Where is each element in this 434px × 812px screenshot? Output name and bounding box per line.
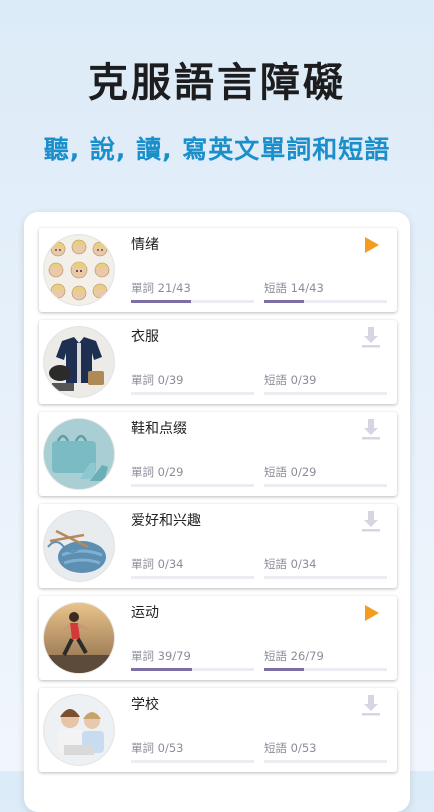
words-count: 單詞 0/53: [131, 741, 184, 755]
phrases-count: 短語 0/29: [264, 465, 317, 479]
play-icon[interactable]: [359, 601, 383, 625]
words-progress-bar: [131, 484, 254, 487]
topic-card-shoes-accessories[interactable]: 鞋和点缀 單詞 0/29 短語 0/29: [39, 412, 397, 496]
topic-title: 运动: [131, 605, 159, 621]
clothes-icon: [44, 327, 114, 397]
words-count: 單詞 39/79: [131, 649, 191, 663]
topic-title: 衣服: [131, 329, 159, 345]
phrases-count: 短語 26/79: [264, 649, 324, 663]
faces-collage-icon: [44, 235, 114, 305]
download-icon[interactable]: [359, 509, 383, 533]
topic-title: 鞋和点缀: [131, 421, 187, 437]
phrases-count: 短語 0/39: [264, 373, 317, 387]
words-count: 單詞 0/29: [131, 465, 184, 479]
phrases-progress-bar: [264, 300, 387, 303]
topic-title: 学校: [131, 697, 159, 713]
topic-card-sports[interactable]: 运动 單詞 39/79 短語 26/79: [39, 596, 397, 680]
words-progress-bar: [131, 300, 254, 303]
page-title: 克服語言障礙: [88, 60, 346, 106]
page-subtitle: 聽, 說, 讀, 寫英文單詞和短語: [43, 135, 391, 164]
runner-icon: [44, 603, 114, 673]
phrases-count: 短語 0/53: [264, 741, 317, 755]
phrases-count: 短語 0/34: [264, 557, 317, 571]
words-progress-bar: [131, 392, 254, 395]
phrases-progress-bar: [264, 576, 387, 579]
words-count: 單詞 21/43: [131, 281, 191, 295]
words-progress-bar: [131, 668, 254, 671]
phrases-count: 短語 14/43: [264, 281, 324, 295]
topic-card-emotions[interactable]: 情绪 單詞 21/43 短語 14/43: [39, 228, 397, 312]
download-icon[interactable]: [359, 325, 383, 349]
topic-card-clothes[interactable]: 衣服 單詞 0/39 短語 0/39: [39, 320, 397, 404]
phrases-progress-bar: [264, 760, 387, 763]
words-progress-bar: [131, 760, 254, 763]
phrases-progress-bar: [264, 392, 387, 395]
phrases-progress-bar: [264, 668, 387, 671]
words-count: 單詞 0/39: [131, 373, 184, 387]
phrases-progress-bar: [264, 484, 387, 487]
words-progress-bar: [131, 576, 254, 579]
topic-title: 情绪: [131, 237, 159, 253]
download-icon[interactable]: [359, 417, 383, 441]
topic-card-hobbies[interactable]: 爱好和兴趣 單詞 0/34 短語 0/34: [39, 504, 397, 588]
topic-title: 爱好和兴趣: [131, 513, 201, 529]
students-icon: [44, 695, 114, 765]
play-icon[interactable]: [359, 233, 383, 257]
download-icon[interactable]: [359, 693, 383, 717]
words-count: 單詞 0/34: [131, 557, 184, 571]
topic-card-school[interactable]: 学校 單詞 0/53 短語 0/53: [39, 688, 397, 772]
shoes-bag-icon: [44, 419, 114, 489]
knitting-icon: [44, 511, 114, 581]
